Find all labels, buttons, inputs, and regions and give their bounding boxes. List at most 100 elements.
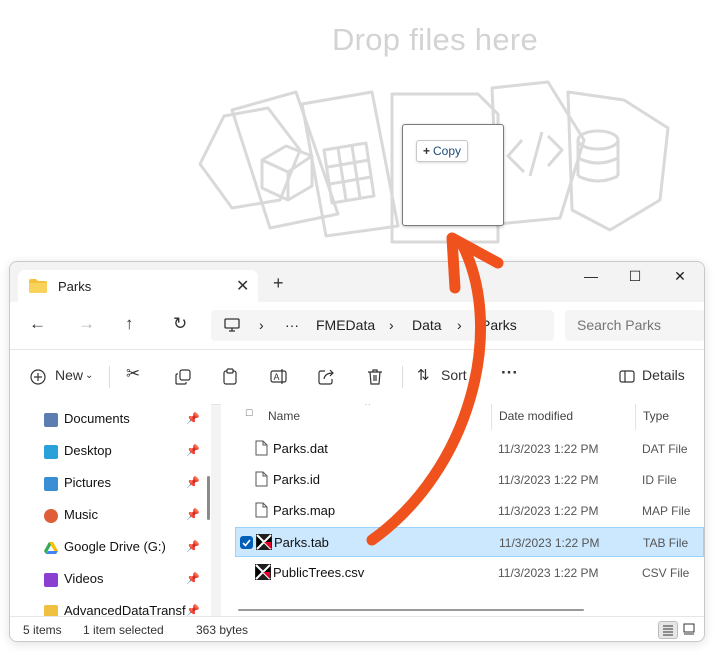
- paste-icon[interactable]: [222, 368, 238, 385]
- folder-icon: [29, 279, 47, 293]
- sidebar-item-music[interactable]: Music 📌: [10, 500, 205, 532]
- hex-shape-icon: [198, 106, 302, 210]
- address-bar: ← → ↑ ↻ › ··· FMEData › Data › Parks: [10, 302, 704, 349]
- sidebar-item-pictures[interactable]: Pictures 📌: [10, 468, 205, 500]
- more-options-button[interactable]: ···: [501, 363, 518, 383]
- sidebar-item-label: Desktop: [64, 443, 112, 458]
- table-row[interactable]: Parks.id 11/3/2023 1:22 PM ID File: [235, 465, 704, 495]
- item-count: 5 items: [23, 623, 62, 637]
- pin-icon[interactable]: 📌: [186, 444, 200, 457]
- sidebar-item-label: Pictures: [64, 475, 111, 490]
- file-list: ☐ Name ⌃ Date modified Type Parks.dat 11…: [221, 404, 704, 616]
- selection-size: 363 bytes: [196, 623, 249, 637]
- file-date: 11/3/2023 1:22 PM: [498, 566, 599, 580]
- table-row-selected[interactable]: Parks.tab 11/3/2023 1:22 PM TAB File: [235, 527, 704, 557]
- sidebar-item-videos[interactable]: Videos 📌: [10, 564, 205, 596]
- chevron-right-icon: ›: [259, 317, 264, 333]
- tab-parks[interactable]: Parks ✕: [18, 270, 258, 302]
- details-view-button[interactable]: [658, 621, 678, 639]
- fme-file-icon: [256, 534, 272, 550]
- pin-icon[interactable]: 📌: [186, 476, 200, 489]
- breadcrumb-item-fmedata[interactable]: FMEData: [316, 317, 375, 333]
- file-date: 11/3/2023 1:22 PM: [499, 536, 600, 550]
- sidebar-item-label: Videos: [64, 571, 104, 586]
- sidebar-item-desktop[interactable]: Desktop 📌: [10, 436, 205, 468]
- file-type: MAP File: [642, 504, 691, 518]
- chevron-right-icon: ›: [389, 317, 394, 333]
- pin-icon[interactable]: 📌: [186, 508, 200, 521]
- toolbar-divider: [109, 366, 110, 388]
- sort-icon[interactable]: ⇅: [417, 366, 430, 384]
- details-pane-icon: [619, 370, 635, 383]
- details-button[interactable]: Details: [642, 367, 685, 383]
- share-icon[interactable]: [318, 368, 335, 385]
- select-all-checkbox[interactable]: ☐: [245, 408, 253, 419]
- file-name: Parks.dat: [273, 441, 328, 456]
- this-pc-icon: [224, 318, 240, 332]
- forward-arrow-icon[interactable]: →: [78, 314, 95, 334]
- copy-icon[interactable]: [175, 369, 191, 385]
- column-header-date-modified[interactable]: Date modified: [499, 409, 573, 423]
- sidebar-item-advanceddatatransfor[interactable]: AdvancedDataTransfor 📌: [10, 596, 205, 616]
- search-input[interactable]: [575, 316, 699, 334]
- table-card-icon: [300, 90, 400, 238]
- sidebar-item-label: AdvancedDataTransfor: [64, 603, 186, 616]
- up-arrow-icon[interactable]: ↑: [125, 314, 134, 334]
- sidebar-scrollbar[interactable]: [207, 476, 210, 520]
- maximize-button[interactable]: ☐: [620, 268, 650, 285]
- sidebar-item-label: Documents: [64, 411, 130, 426]
- file-type: DAT File: [642, 442, 688, 456]
- pin-icon[interactable]: 📌: [186, 604, 200, 616]
- tiles-view-button[interactable]: [680, 621, 698, 637]
- refresh-icon[interactable]: ↻: [173, 314, 187, 334]
- fme-file-icon: [255, 564, 271, 580]
- column-header-type[interactable]: Type: [643, 409, 669, 423]
- pin-icon[interactable]: 📌: [186, 540, 200, 553]
- sidebar-item-google-drive[interactable]: Google Drive (G:) 📌: [10, 532, 205, 564]
- cut-icon[interactable]: ✂: [126, 364, 140, 384]
- new-plus-icon: [30, 369, 46, 385]
- table-row[interactable]: Parks.dat 11/3/2023 1:22 PM DAT File: [235, 434, 704, 464]
- sidebar-item-documents[interactable]: Documents 📌: [10, 404, 205, 436]
- navigation-pane: Documents 📌 Desktop 📌 Pictures 📌 Music 📌…: [10, 404, 211, 616]
- selection-count: 1 item selected: [83, 623, 164, 637]
- copy-badge: + Copy: [416, 140, 469, 162]
- new-tab-button[interactable]: +: [273, 273, 284, 294]
- documents-icon: [44, 413, 58, 427]
- row-checkbox-checked[interactable]: [240, 536, 253, 549]
- checkmark-icon: [242, 539, 251, 547]
- chevron-down-icon[interactable]: ⌄: [85, 370, 93, 381]
- column-header-name[interactable]: Name: [268, 409, 300, 423]
- table-row[interactable]: Parks.map 11/3/2023 1:22 PM MAP File: [235, 496, 704, 526]
- pin-icon[interactable]: 📌: [186, 412, 200, 425]
- plus-icon: +: [423, 144, 431, 158]
- file-type: TAB File: [643, 536, 689, 550]
- pictures-icon: [44, 477, 58, 491]
- folder-icon: [44, 605, 58, 616]
- column-divider: [491, 404, 492, 430]
- breadcrumb[interactable]: › ··· FMEData › Data › Parks: [211, 310, 554, 341]
- horizontal-scrollbar[interactable]: [238, 609, 584, 611]
- search-box[interactable]: [565, 310, 704, 341]
- tab-close-icon[interactable]: ✕: [236, 276, 249, 296]
- minimize-button[interactable]: —: [576, 268, 606, 284]
- chevron-right-icon: ›: [457, 317, 462, 333]
- breadcrumb-more[interactable]: ···: [285, 317, 299, 333]
- breadcrumb-item-data[interactable]: Data: [412, 317, 442, 333]
- breadcrumb-item-parks[interactable]: Parks: [481, 317, 517, 333]
- delete-icon[interactable]: [367, 368, 383, 385]
- back-arrow-icon[interactable]: ←: [29, 314, 46, 334]
- table-row[interactable]: PublicTrees.csv 11/3/2023 1:22 PM CSV Fi…: [235, 558, 704, 588]
- sort-button[interactable]: Sort: [441, 367, 467, 383]
- svg-text:A: A: [274, 372, 280, 382]
- rename-icon[interactable]: A: [270, 368, 288, 385]
- file-icon: [255, 502, 268, 518]
- column-divider: [635, 404, 636, 430]
- sidebar-item-label: Music: [64, 507, 98, 522]
- chevron-down-icon[interactable]: ⌄: [469, 370, 477, 381]
- file-name: PublicTrees.csv: [273, 565, 365, 580]
- pin-icon[interactable]: 📌: [186, 572, 200, 585]
- close-window-button[interactable]: ✕: [665, 268, 695, 285]
- file-type: ID File: [642, 473, 677, 487]
- new-button[interactable]: New: [55, 367, 83, 383]
